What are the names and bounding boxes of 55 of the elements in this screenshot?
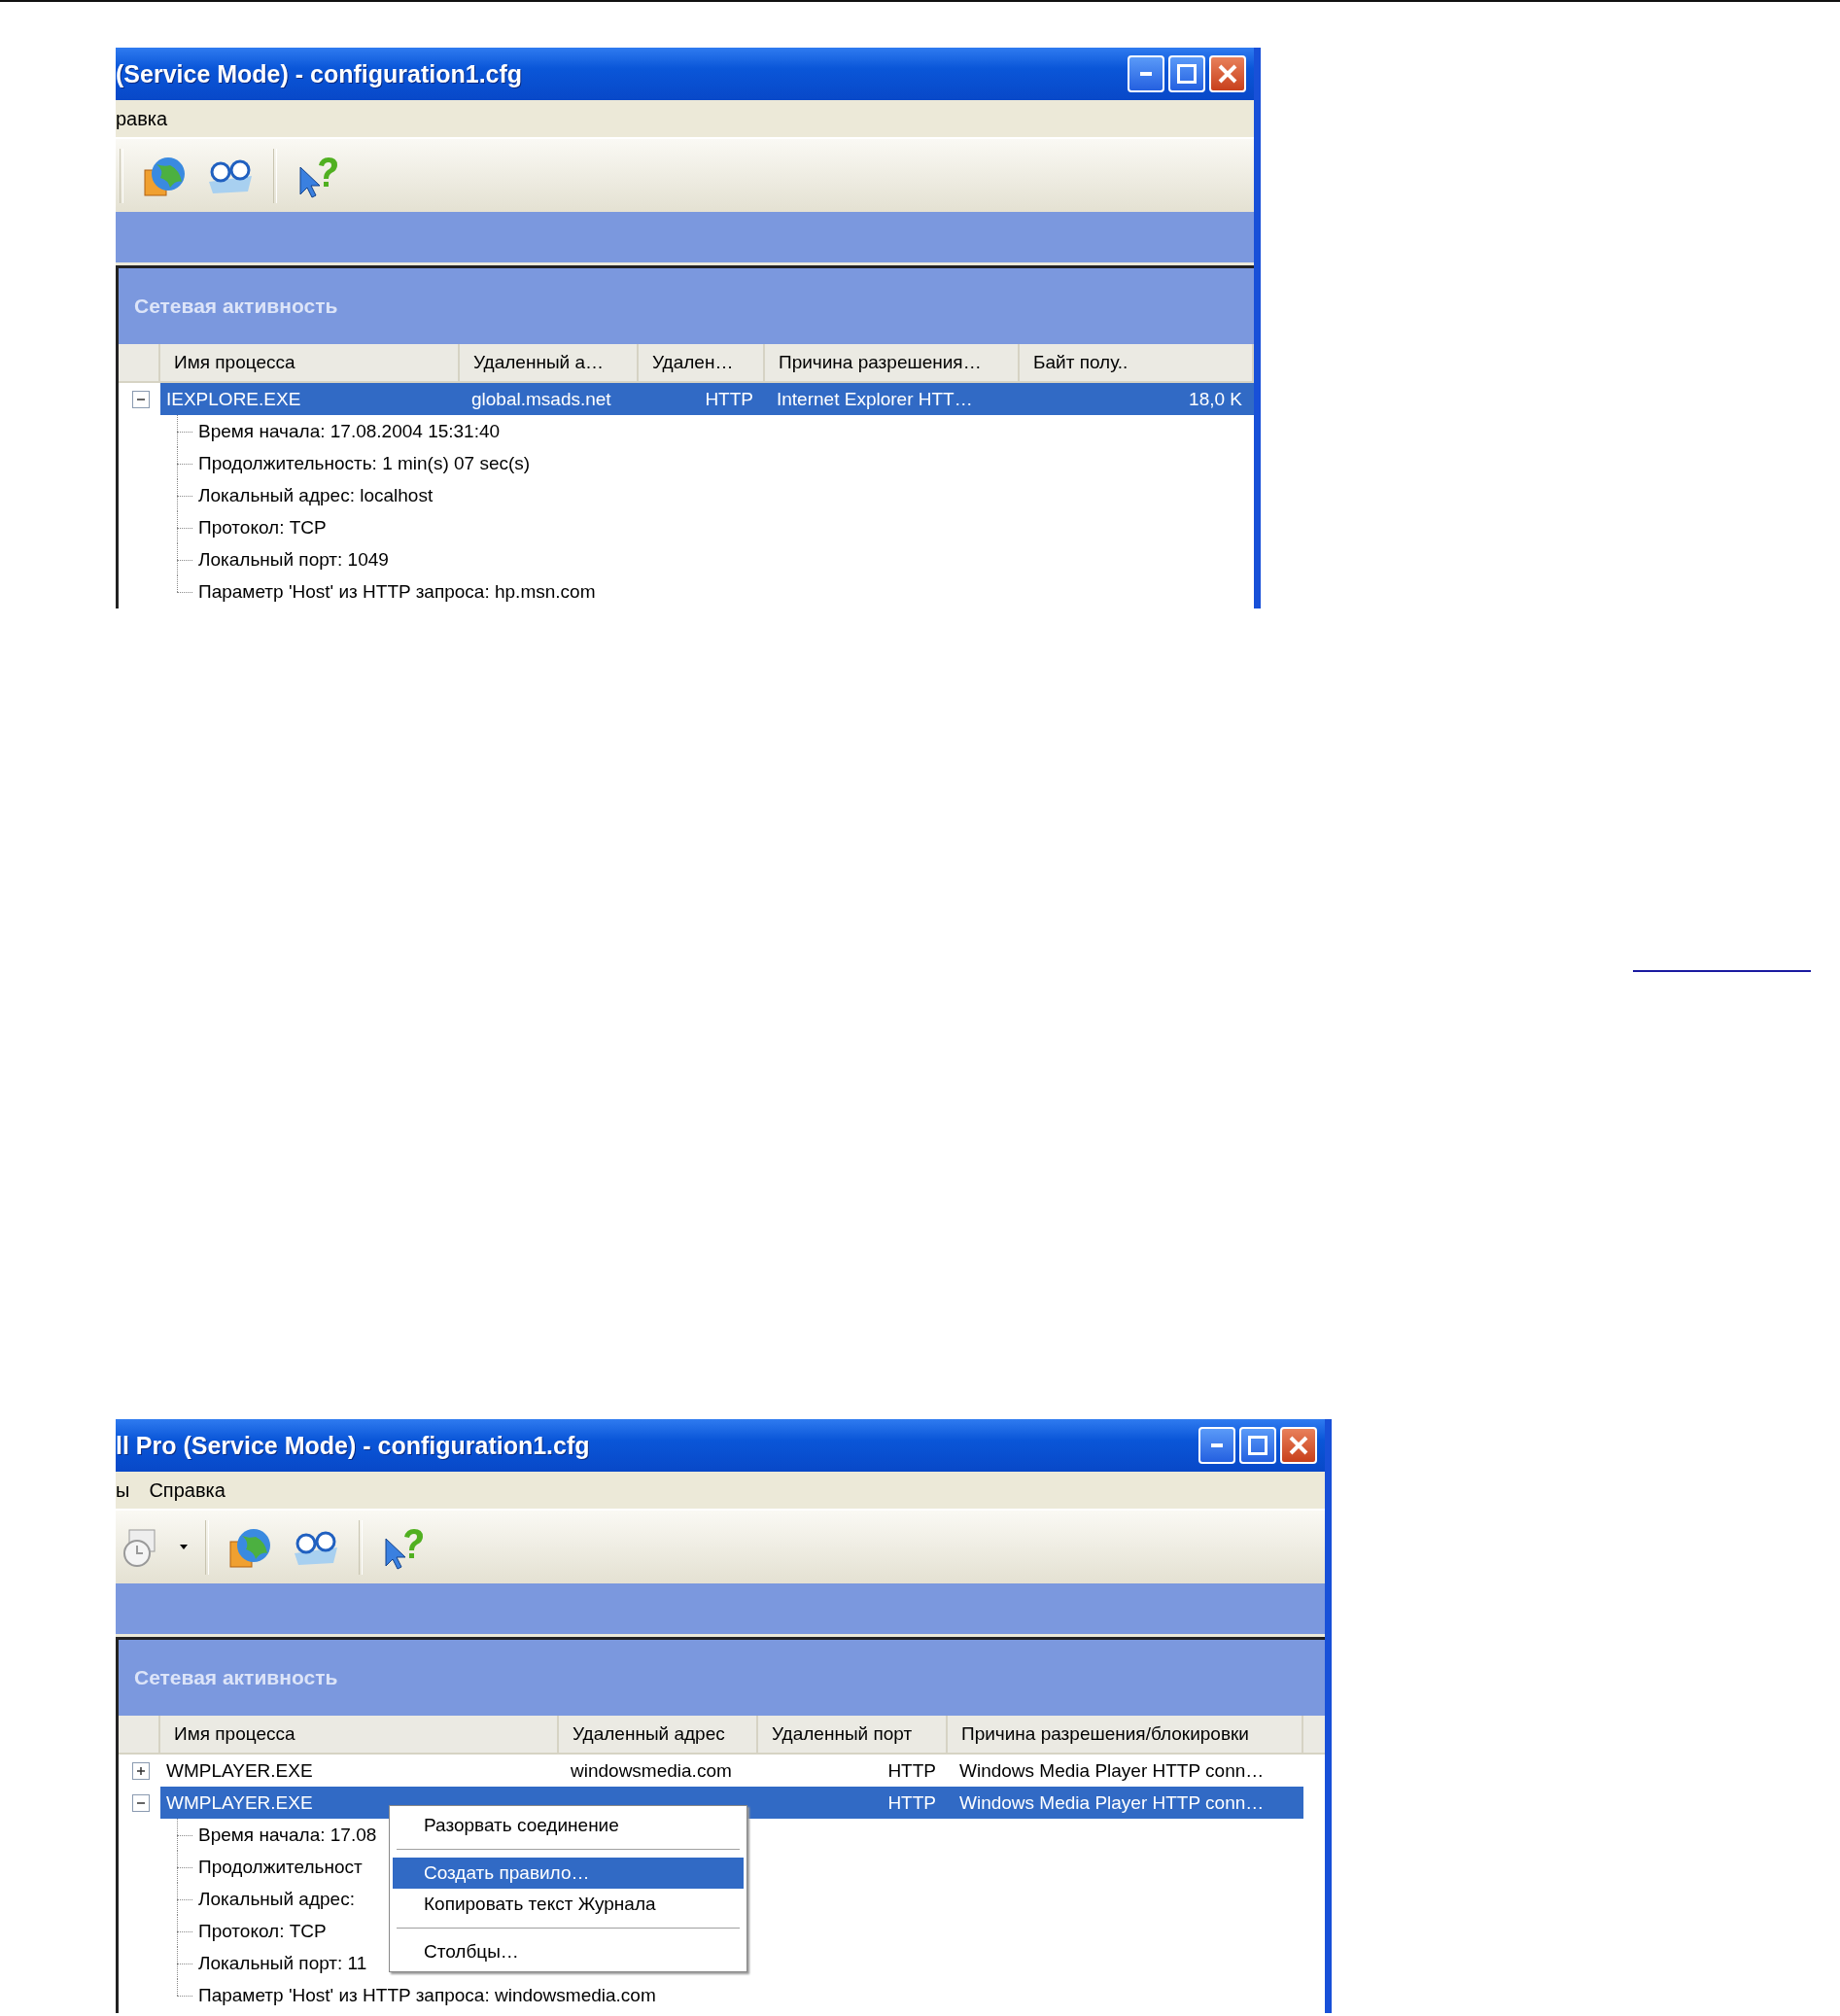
- table-cell: 18,0 K: [1020, 383, 1254, 415]
- table-cell: Windows Media Player HTTP conn…: [948, 1787, 1303, 1819]
- maximize-icon: [1248, 1436, 1267, 1455]
- table-cell: global.msads.net: [460, 383, 639, 415]
- window-title: (Service Mode) - configuration1.cfg: [116, 59, 524, 88]
- column-header[interactable]: Причина разрешения/блокировки: [948, 1716, 1303, 1753]
- context-menu-item[interactable]: Столбцы…: [393, 1936, 744, 1967]
- close-button[interactable]: [1280, 1427, 1317, 1464]
- minimize-icon: [1140, 72, 1152, 76]
- panel-title: Сетевая активность: [134, 295, 338, 318]
- detail-text: Локальный адрес: localhost: [198, 484, 434, 506]
- column-header[interactable]: Удаленный а…: [460, 344, 639, 381]
- column-header[interactable]: Причина разрешения…: [765, 344, 1020, 381]
- close-icon: [1289, 1436, 1308, 1455]
- minimize-icon: [1211, 1443, 1223, 1447]
- close-icon: [1218, 64, 1237, 84]
- column-header[interactable]: Удален…: [639, 344, 765, 381]
- detail-text: Протокол: TCP: [198, 1920, 327, 1942]
- detail-text: Протокол: TCP: [198, 516, 327, 539]
- minimize-button[interactable]: [1198, 1427, 1235, 1464]
- detail-text: Параметр 'Host' из HTTP запроса: windowsmedia.com: [198, 1984, 656, 2006]
- menu-item[interactable]: Справка: [149, 1478, 226, 1502]
- context-menu-item[interactable]: Создать правило…: [393, 1858, 744, 1889]
- detail-text: Продолжительность: 1 min(s) 07 sec(s): [198, 452, 531, 474]
- panel-title: Сетевая активность: [134, 1666, 338, 1689]
- minimize-button[interactable]: [1128, 55, 1164, 92]
- column-header[interactable]: Удаленный адрес: [559, 1716, 758, 1753]
- table-cell: HTTP: [758, 1787, 948, 1819]
- maximize-icon: [1177, 64, 1197, 84]
- column-header[interactable]: Удаленный порт: [758, 1716, 948, 1753]
- detail-text: Продолжительност: [198, 1856, 363, 1878]
- caret-icon[interactable]: [180, 1544, 188, 1550]
- close-button[interactable]: [1209, 55, 1246, 92]
- table-cell: HTTP: [639, 383, 765, 415]
- expand-toggle[interactable]: [132, 1761, 150, 1780]
- table-cell: IEXPLORE.EXE: [160, 383, 460, 415]
- maximize-button[interactable]: [1168, 55, 1205, 92]
- table-cell: Internet Explorer HTT…: [765, 383, 1020, 415]
- column-header[interactable]: Байт полу..: [1020, 344, 1254, 381]
- detail-text: Локальный порт: 11: [198, 1952, 367, 1974]
- plus-icon: [136, 1765, 146, 1776]
- maximize-button[interactable]: [1239, 1427, 1276, 1464]
- menu-item[interactable]: равка: [116, 107, 168, 130]
- detail-text: Время начала: 17.08.2004 15:31:40: [198, 420, 501, 442]
- column-header[interactable]: Имя процесса: [160, 344, 460, 381]
- detail-text: Параметр 'Host' из HTTP запроса: hp.msn.com: [198, 580, 596, 603]
- detail-text: Время начала: 17.08: [198, 1824, 377, 1846]
- collapse-toggle[interactable]: [132, 390, 150, 408]
- column-header[interactable]: Имя процесса: [160, 1716, 559, 1753]
- context-menu-item[interactable]: Копировать текст Журнала: [393, 1889, 744, 1920]
- collapse-toggle[interactable]: [132, 1793, 150, 1812]
- detail-text: Локальный адрес:: [198, 1888, 355, 1910]
- window-title: ll Pro (Service Mode) - configuration1.cfg: [116, 1431, 591, 1460]
- menu-item[interactable]: ы: [116, 1478, 130, 1502]
- detail-text: Локальный порт: 1049: [198, 548, 389, 571]
